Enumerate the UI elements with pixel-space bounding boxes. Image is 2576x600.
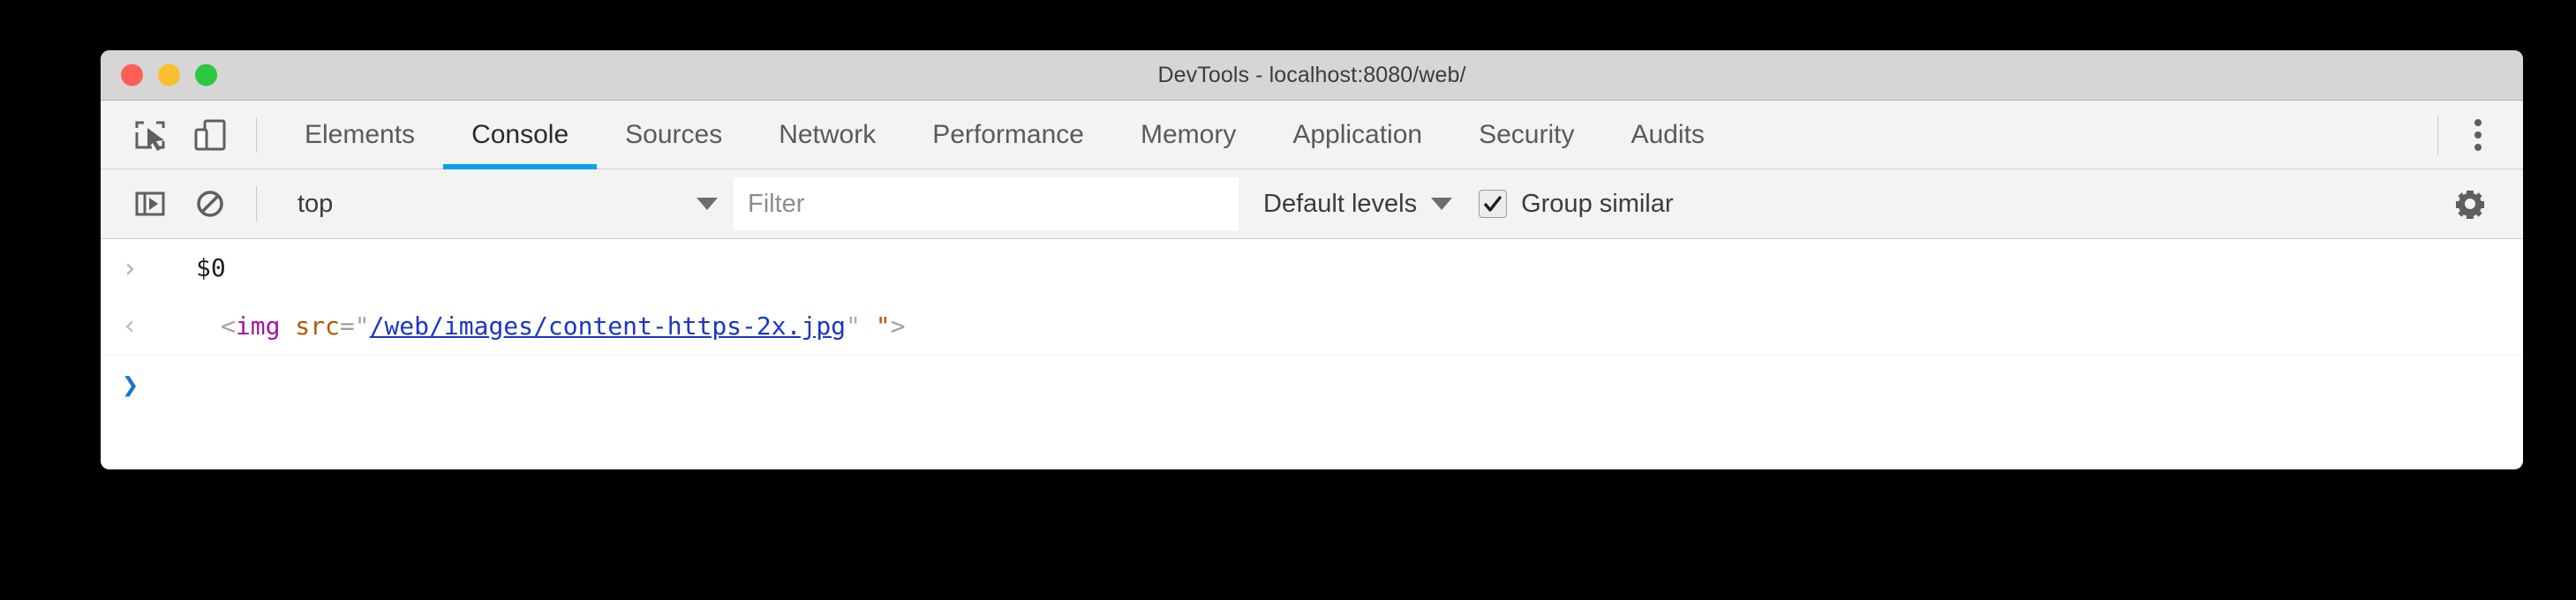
tab-label: Audits [1631,119,1705,149]
code-token: src [295,311,340,341]
window-maximize-button[interactable] [195,64,217,86]
tab-label: Security [1479,119,1575,149]
window-close-button[interactable] [121,64,143,86]
console-sidebar-toggle-icon[interactable] [120,176,180,231]
execution-context-value: top [298,189,334,218]
kebab-dot [2474,119,2482,126]
console-new-input-row[interactable]: ❯ [101,356,2523,414]
chevron-down-icon [1431,198,1453,210]
code-token: < [221,311,236,341]
execution-context-selector[interactable]: top [282,177,734,230]
console-result-arrow-gutter: ‹ [122,311,173,341]
tab-bar-right-controls [2437,101,2523,169]
panel-tabs: Elements Console Sources Network Perform… [276,101,1733,169]
console-input-prompt-gutter: › [122,253,173,284]
log-levels-value: Default levels [1263,189,1418,218]
group-similar-toggle[interactable]: Group similar [1479,189,1674,219]
resource-link[interactable]: /web/images/content-https-2x.jpg [370,311,846,341]
console-input-row[interactable]: › $0 [101,239,2523,297]
code-token: " [354,311,370,341]
more-options-icon[interactable] [2447,101,2509,169]
result-arrow-icon: ‹ [122,311,139,341]
toolbar-divider [256,186,257,221]
tab-network[interactable]: Network [750,101,904,169]
tab-label: Performance [932,119,1084,149]
console-message-list: › $0 ‹ <img src="/web/images/content-htt… [101,239,2523,469]
tab-security[interactable]: Security [1450,101,1602,169]
window-title: DevTools - localhost:8080/web/ [1157,62,1466,87]
tab-audits[interactable]: Audits [1602,101,1732,169]
tab-memory[interactable]: Memory [1112,101,1264,169]
code-token: = [339,311,355,341]
log-levels-selector[interactable]: Default levels [1263,189,1453,219]
console-result-row: ‹ <img src="/web/images/content-https-2x… [101,297,2523,356]
inspect-element-icon[interactable] [120,108,180,162]
tab-application[interactable]: Application [1264,101,1450,169]
console-filter-input[interactable] [734,177,1239,230]
kebab-dot [2474,131,2482,139]
group-similar-label: Group similar [1521,189,1674,218]
input-prompt-icon: › [122,252,139,284]
devtools-tab-bar: Elements Console Sources Network Perform… [101,101,2523,169]
tab-performance[interactable]: Performance [904,101,1112,169]
active-prompt-icon: ❯ [122,368,139,401]
tab-sources[interactable]: Sources [597,101,750,169]
traffic-light-buttons [121,64,217,86]
console-input-expression: $0 [196,253,226,283]
code-token: " [875,311,891,341]
tab-label: Network [779,119,877,149]
console-prompt-gutter: ❯ [122,368,173,401]
code-token: > [890,311,906,341]
window-title-bar: DevTools - localhost:8080/web/ [101,50,2523,101]
window-minimize-button[interactable] [158,64,180,86]
checkmark-icon [1484,196,1502,212]
chevron-down-icon [697,198,718,210]
tab-elements[interactable]: Elements [276,101,443,169]
kebab-dot [2474,144,2482,151]
device-toolbar-icon[interactable] [180,108,240,162]
gear-icon[interactable] [2444,177,2497,230]
tab-label: Application [1292,119,1423,149]
console-toolbar: top Default levels Group similar [101,169,2523,239]
code-token: " [846,311,861,341]
group-similar-checkbox[interactable] [1479,190,1508,218]
console-result-value[interactable]: <img src="/web/images/content-https-2x.j… [173,311,905,341]
tab-label: Elements [305,119,416,149]
tab-label: Console [471,119,569,149]
clear-console-icon[interactable] [180,176,240,231]
tab-label: Memory [1140,119,1237,149]
toolbar-divider [256,116,257,153]
code-token: img [235,311,281,341]
tab-console[interactable]: Console [443,101,598,169]
tab-label: Sources [625,119,723,149]
devtools-window: DevTools - localhost:8080/web/ Elements … [101,50,2523,469]
toolbar-divider [2437,116,2438,154]
